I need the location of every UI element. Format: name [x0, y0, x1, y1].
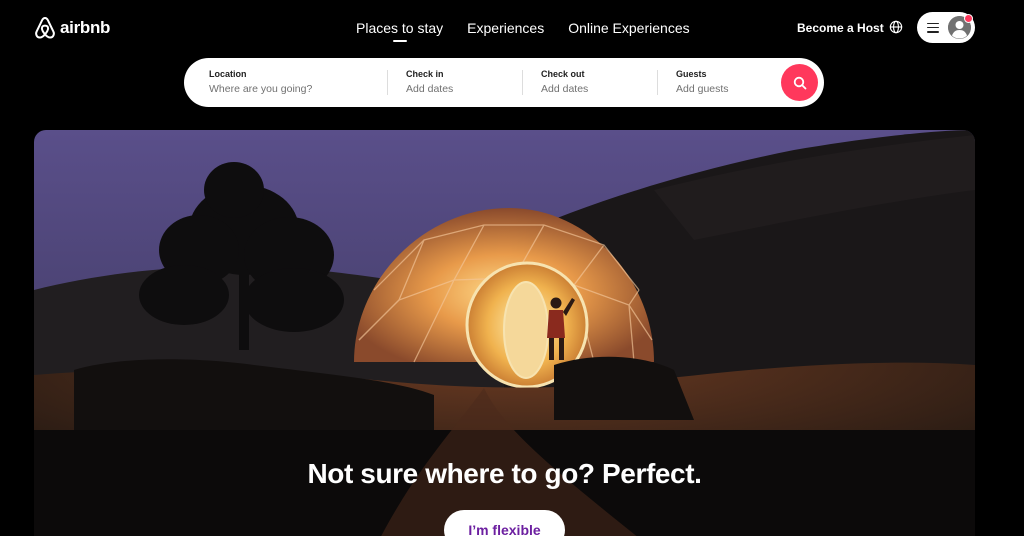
check-out-label: Check out [541, 69, 585, 79]
guests-label: Guests [676, 69, 707, 79]
airbnb-logo-icon [35, 17, 55, 39]
tab-online-experiences[interactable]: Online Experiences [568, 20, 689, 36]
guests-field[interactable]: Guests Add guests [658, 58, 778, 107]
tab-label: Experiences [467, 20, 545, 36]
tab-label: Places to stay [356, 20, 444, 36]
location-label: Location [209, 69, 247, 79]
airbnb-logo[interactable]: airbnb [34, 16, 110, 40]
search-bar: Location Where are you going? Check in A… [184, 58, 824, 107]
guests-value: Add guests [676, 83, 729, 95]
check-in-label: Check in [406, 69, 444, 79]
location-field[interactable]: Location Where are you going? [184, 58, 387, 107]
airbnb-home-page: airbnb Places to stay Experiences Online… [0, 0, 1024, 536]
become-a-host-link[interactable]: Become a Host [797, 21, 884, 35]
check-in-field[interactable]: Check in Add dates [388, 58, 522, 107]
im-flexible-button[interactable]: I’m flexible [444, 510, 565, 536]
tab-places-to-stay[interactable]: Places to stay [356, 20, 444, 42]
main-nav: Places to stay Experiences Online Experi… [356, 20, 690, 42]
tab-label: Online Experiences [568, 20, 690, 36]
search-button[interactable] [781, 64, 818, 101]
notification-badge [964, 14, 973, 23]
hero-banner: Not sure where to go? Perfect. I’m flexi… [34, 130, 975, 536]
brand-name: airbnb [60, 18, 111, 37]
hamburger-icon [927, 22, 939, 33]
globe-icon[interactable] [889, 20, 903, 34]
im-flexible-label: I’m flexible [468, 522, 541, 536]
active-tab-indicator [392, 40, 407, 42]
check-out-field[interactable]: Check out Add dates [523, 58, 657, 107]
search-icon [793, 76, 806, 89]
hero-title: Not sure where to go? Perfect. [307, 458, 702, 489]
tab-experiences[interactable]: Experiences [467, 20, 544, 36]
check-in-value: Add dates [406, 83, 454, 95]
location-input[interactable]: Where are you going? [209, 83, 312, 95]
check-out-value: Add dates [541, 83, 589, 95]
